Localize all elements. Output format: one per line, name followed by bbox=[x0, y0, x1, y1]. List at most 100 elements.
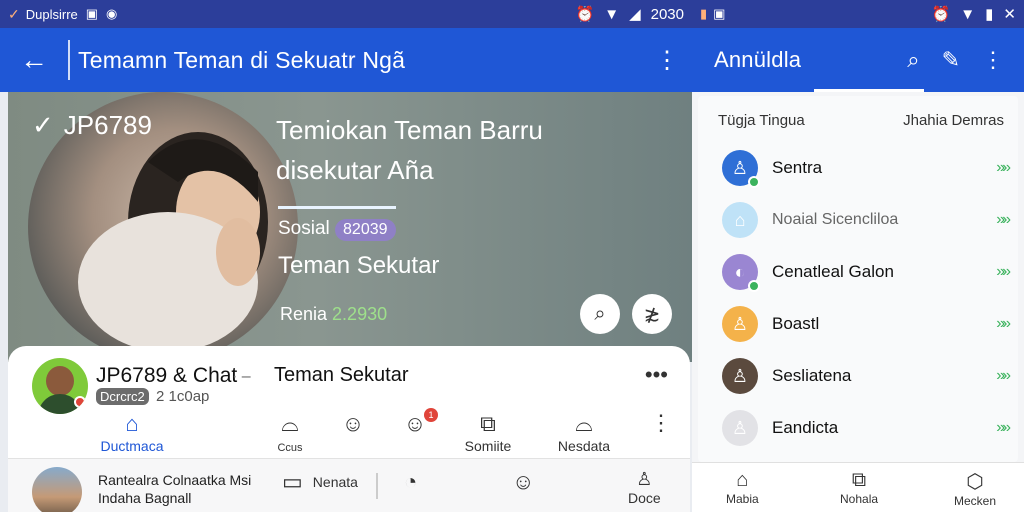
status-time: 2030 bbox=[650, 5, 684, 23]
tab-home-label: Ductmaca bbox=[100, 438, 164, 454]
contact-label: Eandicta bbox=[772, 418, 839, 437]
status-app-name: Duplsirre bbox=[25, 6, 78, 22]
notification-badge: 1 bbox=[424, 408, 438, 422]
book-icon: ⧉ bbox=[851, 469, 867, 491]
contact-label: Sesliatena bbox=[772, 366, 852, 385]
online-dot bbox=[74, 396, 86, 408]
alert-icon: ▮ bbox=[700, 6, 708, 21]
bottom-row: Rantealra Colnaatka Msi Indaha Bagnall ▭… bbox=[8, 458, 690, 512]
tab-home[interactable]: ⌂ Ductmaca bbox=[92, 410, 172, 460]
alarm-icon: ⏰ bbox=[575, 6, 595, 23]
nav-mabia[interactable]: ⌂ Mabia bbox=[726, 469, 759, 506]
chevron-right-icon[interactable]: »» bbox=[996, 367, 1011, 385]
nenata-label: Nenata bbox=[312, 474, 358, 490]
contact-row[interactable]: ◐ Cenatleal Galon »» bbox=[722, 252, 1011, 292]
person-icon: ♙ bbox=[636, 469, 653, 489]
status-bar: ✓ Duplsirre ▣ ◉ ⏰ ▼ ◢ 2030 bbox=[0, 0, 692, 28]
search-icon-right[interactable]: ⌕ bbox=[907, 47, 919, 73]
profile-button[interactable]: ♙ Doce bbox=[628, 469, 661, 506]
avatar[interactable] bbox=[32, 358, 88, 414]
tag-icon: ⌓ bbox=[575, 411, 593, 436]
contact-label: Sentra bbox=[772, 158, 823, 177]
emoji-button[interactable]: ☺ bbox=[512, 469, 534, 495]
social-pill: 82039 bbox=[335, 219, 396, 241]
note-icon: ▭ bbox=[282, 469, 303, 494]
contact-avatar: ⌂ bbox=[722, 202, 758, 238]
smile-icon: ☺ bbox=[341, 411, 365, 436]
bottom-text-line1: Rantealra Colnaatka Msi bbox=[98, 472, 252, 488]
hero-banner: ✓ JP6789 Temiokan Teman Barru disekutar … bbox=[8, 92, 692, 362]
inbox-icon: ⌓ bbox=[281, 411, 299, 436]
nav-nohala-label: Nohala bbox=[840, 492, 879, 506]
top-app-bar-right: Annüldla ⌕ ✎ ⋮ bbox=[692, 28, 1024, 92]
contact-row[interactable]: ⌂ Noaial Sicencliloa »» bbox=[722, 200, 1011, 240]
tab-ccus[interactable]: ⌓ Ccus bbox=[270, 410, 310, 454]
nav-nohala[interactable]: ⧉ Nohala bbox=[840, 469, 878, 506]
hexagon-icon: ⬡ bbox=[966, 471, 984, 493]
panel-header-left: Tügja Tingua bbox=[718, 112, 805, 129]
tab-somiite-label: Somiite bbox=[464, 438, 512, 454]
contact-avatar: ♙ bbox=[722, 306, 758, 342]
edit-icon[interactable]: ✎ bbox=[942, 47, 960, 73]
profile-name: JP6789 & Chat bbox=[96, 364, 238, 387]
chevron-right-icon[interactable]: »» bbox=[996, 315, 1011, 333]
clock-button[interactable]: ◔ bbox=[404, 469, 417, 495]
chevron-right-icon[interactable]: »» bbox=[996, 419, 1011, 437]
status-bar-right: ▮ ▣ ⏰ ▼ ▮ ✕ bbox=[692, 0, 1024, 28]
hero-title-line1: Temiokan Teman Barru bbox=[276, 115, 543, 145]
chevron-right-icon[interactable]: »» bbox=[996, 263, 1011, 281]
contacts-panel: Tügja Tingua Jhahia Demras ♙ Sentra »» ⌂ Noa… bbox=[698, 96, 1018, 462]
contact-row[interactable]: ♙ Eandicta »» bbox=[722, 408, 1011, 448]
girl-photo bbox=[78, 132, 268, 352]
doce-label: Doce bbox=[628, 490, 661, 506]
renia-value: 2.2930 bbox=[332, 304, 388, 324]
separator: · – bbox=[232, 368, 251, 385]
signal-icon: ◢ bbox=[629, 6, 641, 23]
profile-tag-number: 2 1c0ap bbox=[156, 388, 210, 405]
clock-icon: ◔ bbox=[404, 469, 418, 494]
brand-label: ✓ JP6789 bbox=[32, 110, 152, 141]
search-button[interactable]: ⌕ bbox=[580, 294, 620, 334]
renia-label: Renia 2.2930 bbox=[280, 304, 387, 325]
chevron-right-icon[interactable]: »» bbox=[996, 211, 1011, 229]
hero-title-line2: disekutar Aña bbox=[276, 155, 434, 185]
tab-notifications[interactable]: ☺ 1 bbox=[400, 408, 438, 438]
bag-icon: ⌂ bbox=[736, 469, 749, 491]
social-label: Sosial 82039 bbox=[278, 218, 396, 241]
more-options-icon[interactable]: ⋮ bbox=[642, 46, 692, 75]
tab-more-icon[interactable]: ⋮ bbox=[650, 410, 672, 436]
contact-avatar: ♙ bbox=[722, 150, 760, 188]
panel-header: Tügja Tingua Jhahia Demras bbox=[718, 112, 1004, 129]
contact-label: Cenatleal Galon bbox=[772, 262, 894, 281]
nav-mabia-label: Mabia bbox=[726, 492, 759, 506]
wifi-icon-right: ▼ bbox=[960, 5, 976, 23]
online-indicator bbox=[748, 280, 760, 292]
contact-row[interactable]: ♙ Boastl »» bbox=[722, 304, 1011, 344]
filter-button[interactable]: ≵ bbox=[632, 294, 672, 334]
tab-somiite[interactable]: ⧉ Somiite bbox=[460, 410, 516, 454]
left-pane: ✓ Duplsirre ▣ ◉ ⏰ ▼ ◢ 2030 ← Temamn Tema… bbox=[0, 0, 692, 512]
home-icon: ⌂ bbox=[125, 411, 139, 436]
avatar-face bbox=[46, 366, 74, 396]
contact-avatar: ♙ bbox=[722, 410, 758, 446]
renia-label-text: Renia bbox=[280, 304, 328, 324]
back-arrow-icon[interactable]: ← bbox=[0, 40, 70, 80]
tab-emoji[interactable]: ☺ bbox=[338, 410, 368, 438]
more-horizontal-icon[interactable]: ••• bbox=[645, 362, 668, 388]
page-title: Temamn Teman di Sekuatr Ngã bbox=[78, 46, 406, 73]
battery-icon: ▮ bbox=[985, 6, 994, 23]
thumbnail-image[interactable] bbox=[32, 467, 82, 512]
nenata-button[interactable]: ▭ Nenata bbox=[282, 469, 358, 495]
nav-mecken[interactable]: ⬡ Mecken bbox=[954, 469, 996, 508]
close-icon[interactable]: ✕ bbox=[1003, 5, 1016, 23]
contact-row[interactable]: ♙ Sentra »» bbox=[722, 148, 1011, 188]
alarm-icon-right: ⏰ bbox=[931, 6, 951, 23]
layers-icon: ⧉ bbox=[480, 411, 496, 436]
tab-nesdata[interactable]: ⌓ Nesdata bbox=[554, 410, 614, 454]
more-options-icon-right[interactable]: ⋮ bbox=[982, 47, 1004, 73]
contact-row[interactable]: ♙ Sesliatena »» bbox=[722, 356, 1011, 396]
chevron-right-icon[interactable]: »» bbox=[996, 159, 1011, 177]
tv-icon: ▣ bbox=[85, 6, 99, 21]
profile-tag: Dcrcrc2 bbox=[96, 388, 149, 405]
bottom-nav: ⌂ Mabia ⧉ Nohala ⬡ Mecken bbox=[692, 462, 1024, 512]
